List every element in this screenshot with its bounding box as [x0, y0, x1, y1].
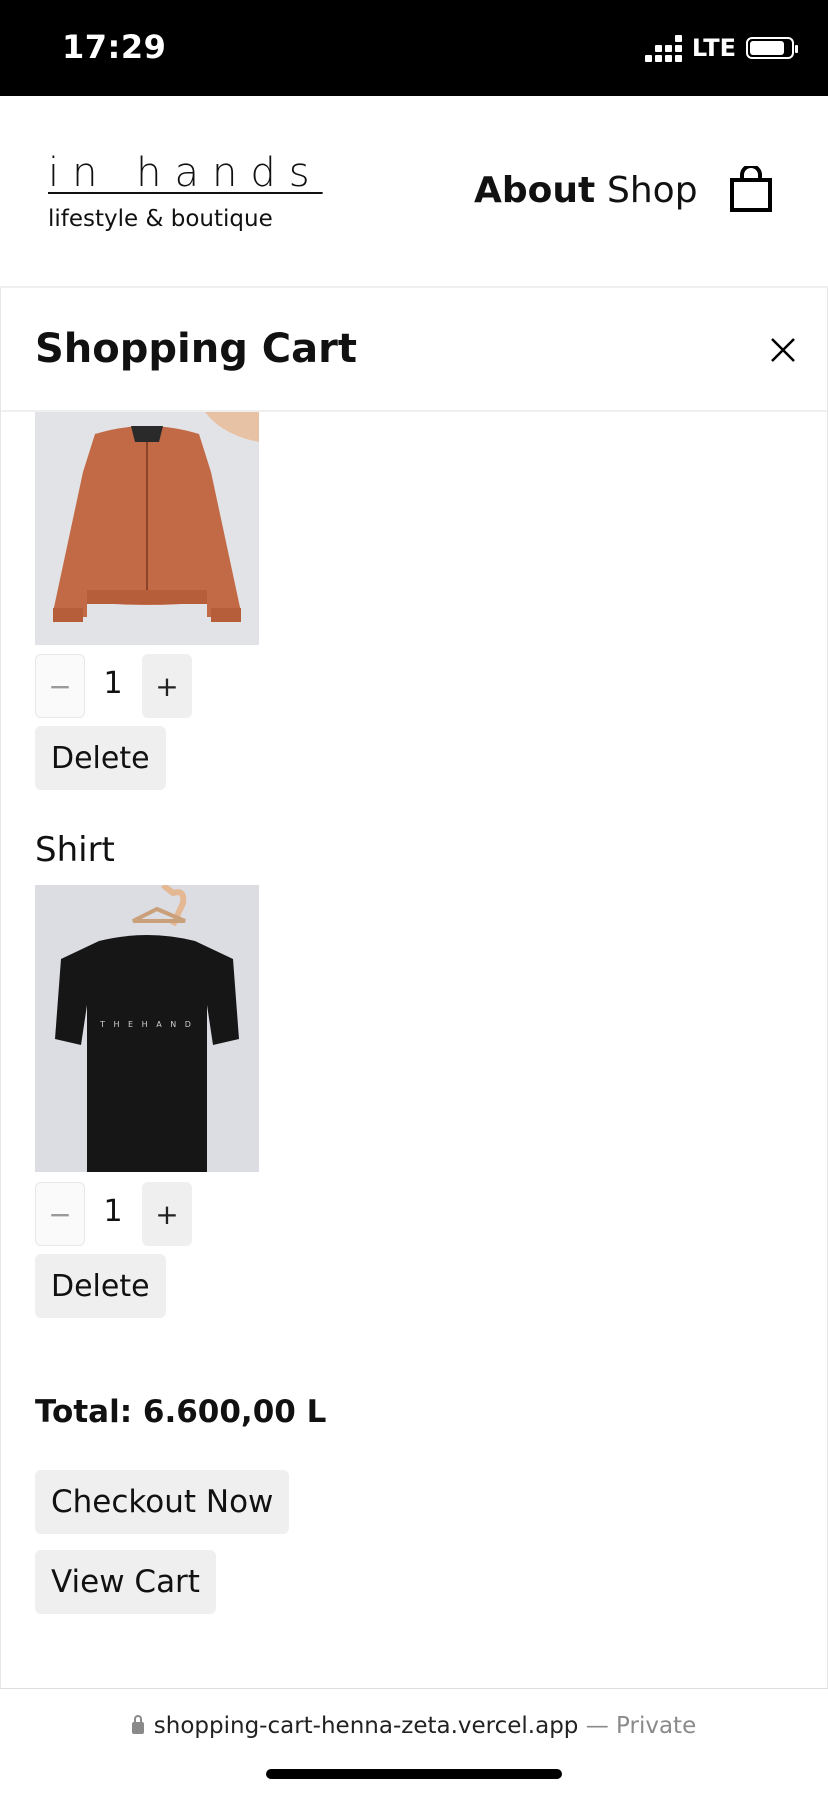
status-time: 17:29: [62, 28, 167, 66]
nav-about-link[interactable]: About: [474, 170, 595, 211]
url-text: shopping-cart-henna-zeta.vercel.app: [153, 1713, 579, 1739]
battery-icon: [746, 37, 798, 59]
private-label: — Private: [585, 1713, 697, 1739]
cart-total: Total: 6.600,00 L: [35, 1394, 327, 1430]
url-display[interactable]: shopping-cart-henna-zeta.vercel.app — Pr…: [0, 1713, 828, 1739]
status-bar: 17:29 LTE: [0, 0, 828, 96]
home-indicator[interactable]: [266, 1769, 562, 1779]
logo-tagline: lifestyle & boutique: [48, 206, 273, 232]
quantity-value: 1: [103, 1194, 123, 1229]
increase-quantity-button[interactable]: +: [142, 1182, 192, 1246]
logo[interactable]: in hands: [48, 150, 323, 196]
close-icon[interactable]: [769, 336, 797, 364]
network-label: LTE: [691, 34, 736, 62]
decrease-quantity-button[interactable]: −: [35, 1182, 85, 1246]
cart-header: Shopping Cart: [1, 288, 827, 412]
product-name: Shirt: [35, 830, 115, 870]
svg-text:T H E H A N D: T H E H A N D: [99, 1020, 194, 1029]
cart-title: Shopping Cart: [35, 326, 357, 372]
increase-quantity-button[interactable]: +: [142, 654, 192, 718]
battery-level: [750, 41, 784, 55]
nav-shop-link[interactable]: Shop: [607, 170, 698, 211]
decrease-quantity-button[interactable]: −: [35, 654, 85, 718]
quantity-value: 1: [103, 666, 123, 701]
signal-icon: [644, 34, 682, 62]
cart-drawer: Shopping Cart − 1 + Delete Shirt T H E H…: [0, 288, 828, 1689]
site-header: in hands lifestyle & boutique About Shop: [0, 96, 828, 290]
lock-icon: [131, 1715, 144, 1734]
delete-item-button[interactable]: Delete: [35, 726, 166, 790]
status-indicators: LTE: [644, 34, 798, 62]
shopping-bag-icon[interactable]: [728, 166, 774, 212]
browser-url-bar[interactable]: shopping-cart-henna-zeta.vercel.app — Pr…: [0, 1688, 828, 1793]
product-image-jacket: [35, 412, 259, 645]
checkout-now-button[interactable]: Checkout Now: [35, 1470, 290, 1534]
delete-item-button[interactable]: Delete: [35, 1254, 166, 1318]
view-cart-button[interactable]: View Cart: [35, 1550, 216, 1614]
product-image-shirt: T H E H A N D: [35, 885, 259, 1172]
